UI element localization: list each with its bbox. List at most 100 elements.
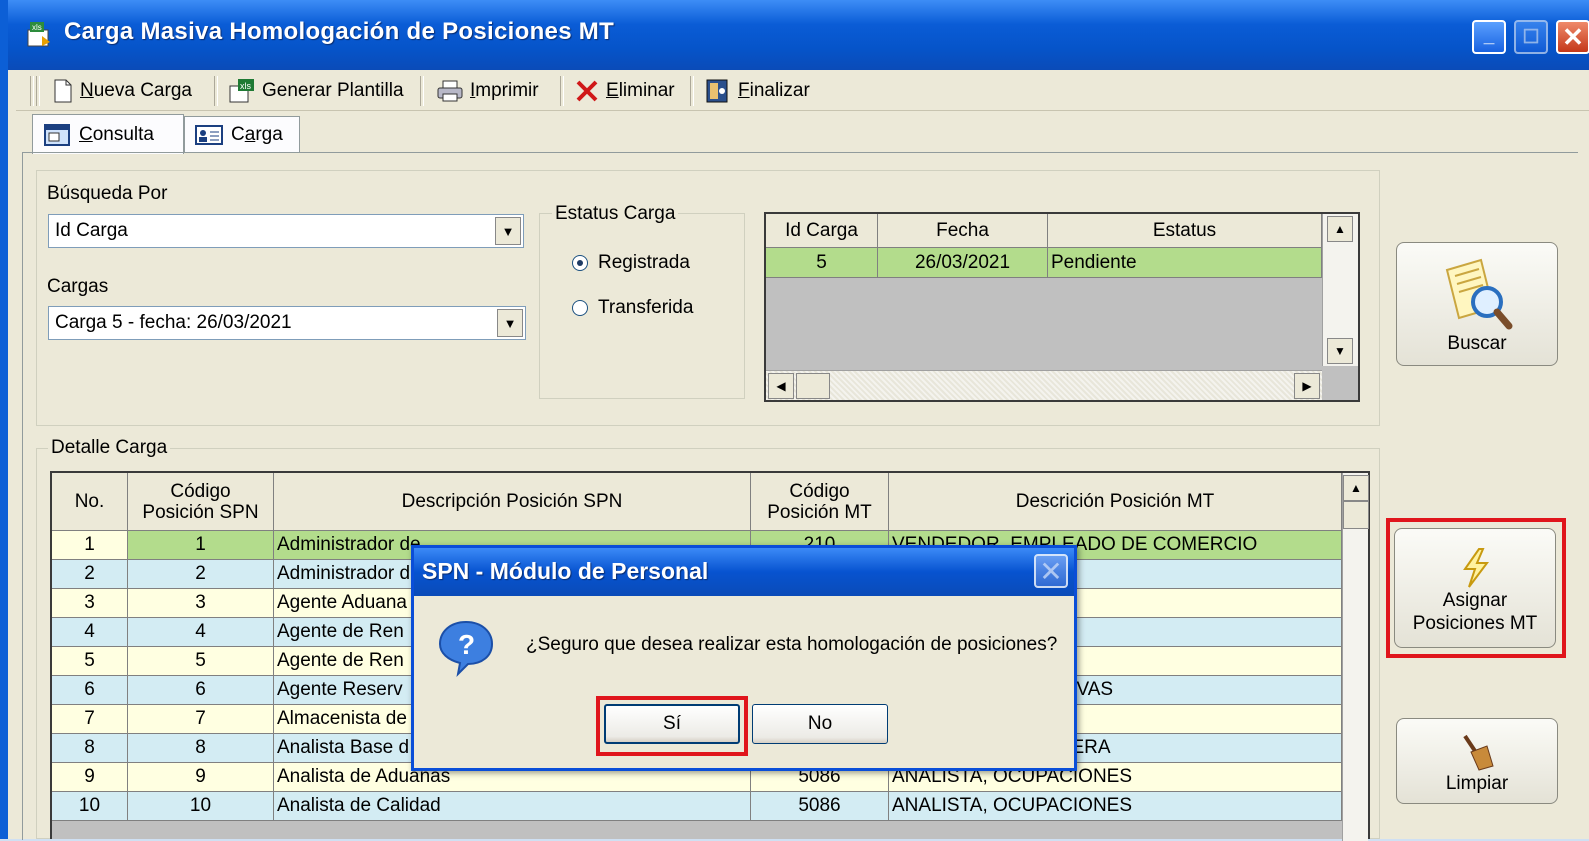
finish-button[interactable]: Finalizar (704, 76, 810, 106)
header-line: Posición SPN (142, 501, 259, 523)
assign-positions-button[interactable]: Asignar Posiciones MT (1394, 528, 1556, 648)
main-window: xls Carga Masiva Homologación de Posicio… (0, 0, 1589, 841)
radio-registrada-label: Registrada (598, 252, 690, 273)
dialog-message: ¿Seguro que desea realizar esta homologa… (526, 634, 1058, 655)
cell-codigo-spn: 4 (128, 618, 274, 647)
cell-codigo-spn: 9 (128, 763, 274, 792)
table-row[interactable]: 10 10 Analista de Calidad 5086 ANALISTA, OCU… (52, 792, 1342, 821)
magnifier-document-icon (1445, 258, 1513, 330)
cargas-grid: Id Carga Fecha Estatus 5 26/03/2021 Pend… (764, 212, 1360, 402)
header-line: Código (789, 480, 850, 502)
search-button-label: Buscar (1447, 333, 1507, 354)
no-button[interactable]: No (752, 704, 888, 744)
delete-label: Eliminar (606, 80, 675, 101)
table-row[interactable]: 5 26/03/2021 Pendiente (766, 248, 1322, 278)
cell-descripcion-mt: ANALISTA, OCUPACIONES (889, 792, 1342, 821)
column-header[interactable]: Fecha (878, 214, 1048, 248)
cell-no: 9 (52, 763, 128, 792)
scroll-thumb[interactable] (1343, 501, 1369, 529)
chevron-down-icon[interactable]: ▼ (497, 309, 523, 337)
radio-button[interactable] (572, 300, 588, 316)
toolbar-grip (36, 76, 40, 106)
busqueda-value: Id Carga (55, 220, 128, 241)
column-header[interactable]: Código Posición SPN (128, 473, 274, 531)
cell-no: 6 (52, 676, 128, 705)
radio-transferida[interactable]: Transferida (572, 297, 693, 319)
busqueda-select[interactable]: Id Carga ▼ (48, 214, 524, 248)
toolbar-separator (560, 76, 564, 106)
cell-no: 3 (52, 589, 128, 618)
generate-template-label: Generar Plantilla (262, 80, 404, 101)
column-header[interactable]: Estatus (1048, 214, 1322, 248)
toolbar-separator (690, 76, 694, 106)
column-header[interactable]: Descripción Posición SPN (274, 473, 751, 531)
cell-no: 2 (52, 560, 128, 589)
title-bar[interactable]: xls Carga Masiva Homologación de Posicio… (8, 0, 1589, 70)
new-load-button[interactable]: Nueva Carga (52, 76, 192, 106)
dialog-title: SPN - Módulo de Personal (422, 558, 709, 584)
toolbar: Nueva Carga xls Generar Plantilla Imprim… (16, 70, 1589, 111)
chevron-down-icon[interactable]: ▼ (495, 217, 521, 245)
scroll-thumb[interactable] (796, 373, 830, 399)
minimize-icon: _ (1483, 26, 1495, 47)
cell-id: 5 (766, 248, 878, 278)
column-header[interactable]: Código Posición MT (751, 473, 889, 531)
cell-no: 1 (52, 531, 128, 560)
cell-codigo-mt: 5086 (751, 792, 889, 821)
radio-registrada[interactable]: Registrada (572, 252, 690, 274)
scroll-left-icon[interactable]: ◀ (768, 373, 794, 399)
tab-consulta-label: Consulta (79, 123, 155, 145)
window-title: Carga Masiva Homologación de Posiciones … (64, 18, 615, 45)
delete-button[interactable]: Eliminar (574, 76, 675, 106)
cargas-label: Cargas (47, 276, 109, 297)
cell-estatus: Pendiente (1048, 248, 1322, 278)
clear-button[interactable]: Limpiar (1396, 718, 1558, 804)
cell-codigo-spn: 2 (128, 560, 274, 589)
cell-no: 8 (52, 734, 128, 763)
cell-no: 4 (52, 618, 128, 647)
new-load-label: Nueva Carga (80, 80, 192, 101)
close-icon: ✕ (1562, 21, 1584, 52)
cell-codigo-spn: 5 (128, 647, 274, 676)
generate-template-button[interactable]: xls Generar Plantilla (228, 76, 404, 106)
minimize-button[interactable]: _ (1472, 20, 1506, 54)
column-header[interactable]: Descrición Posición MT (889, 473, 1342, 531)
query-window-icon (44, 123, 70, 146)
toolbar-separator (420, 76, 424, 106)
tab-carga[interactable]: Carga (184, 116, 300, 152)
cell-codigo-spn: 10 (128, 792, 274, 821)
assign-label-line2: Posiciones MT (1412, 613, 1538, 634)
radio-button[interactable] (572, 255, 588, 271)
print-button[interactable]: Imprimir (436, 76, 539, 106)
scroll-up-icon[interactable]: ▲ (1343, 475, 1369, 501)
svg-text:xls: xls (240, 81, 251, 91)
column-header[interactable]: No. (52, 473, 128, 531)
tab-carga-label: Carga (231, 123, 283, 145)
maximize-button[interactable]: ☐ (1514, 20, 1548, 54)
column-header[interactable]: Id Carga (766, 214, 878, 248)
vertical-scrollbar[interactable]: ▲ ▼ (1322, 214, 1358, 366)
finish-label: Finalizar (738, 80, 810, 101)
cell-codigo-spn: 3 (128, 589, 274, 618)
question-icon: ? (438, 620, 494, 677)
dialog-title-bar[interactable]: SPN - Módulo de Personal ✕ (414, 548, 1074, 596)
scroll-down-icon[interactable]: ▼ (1327, 338, 1353, 364)
cell-no: 7 (52, 705, 128, 734)
scroll-up-icon[interactable]: ▲ (1327, 216, 1353, 242)
delete-x-icon (576, 80, 598, 102)
tab-consulta[interactable]: Consulta (32, 114, 184, 154)
close-button[interactable]: ✕ (1556, 20, 1589, 54)
cell-no: 10 (52, 792, 128, 821)
scroll-right-icon[interactable]: ▶ (1294, 373, 1320, 399)
dialog-close-button[interactable]: ✕ (1034, 554, 1068, 588)
yes-button[interactable]: Sí (604, 704, 740, 744)
cell-codigo-spn: 6 (128, 676, 274, 705)
horizontal-scrollbar[interactable]: ◀ ▶ (766, 370, 1322, 400)
search-button[interactable]: Buscar (1396, 242, 1558, 366)
maximize-icon: ☐ (1522, 26, 1540, 48)
cargas-select[interactable]: Carga 5 - fecha: 26/03/2021 ▼ (48, 306, 526, 340)
cell-fecha: 26/03/2021 (878, 248, 1048, 278)
print-label: Imprimir (470, 80, 539, 101)
vertical-scrollbar[interactable]: ▲ (1342, 473, 1369, 841)
cell-descripcion-spn: Analista de Calidad (274, 792, 751, 821)
